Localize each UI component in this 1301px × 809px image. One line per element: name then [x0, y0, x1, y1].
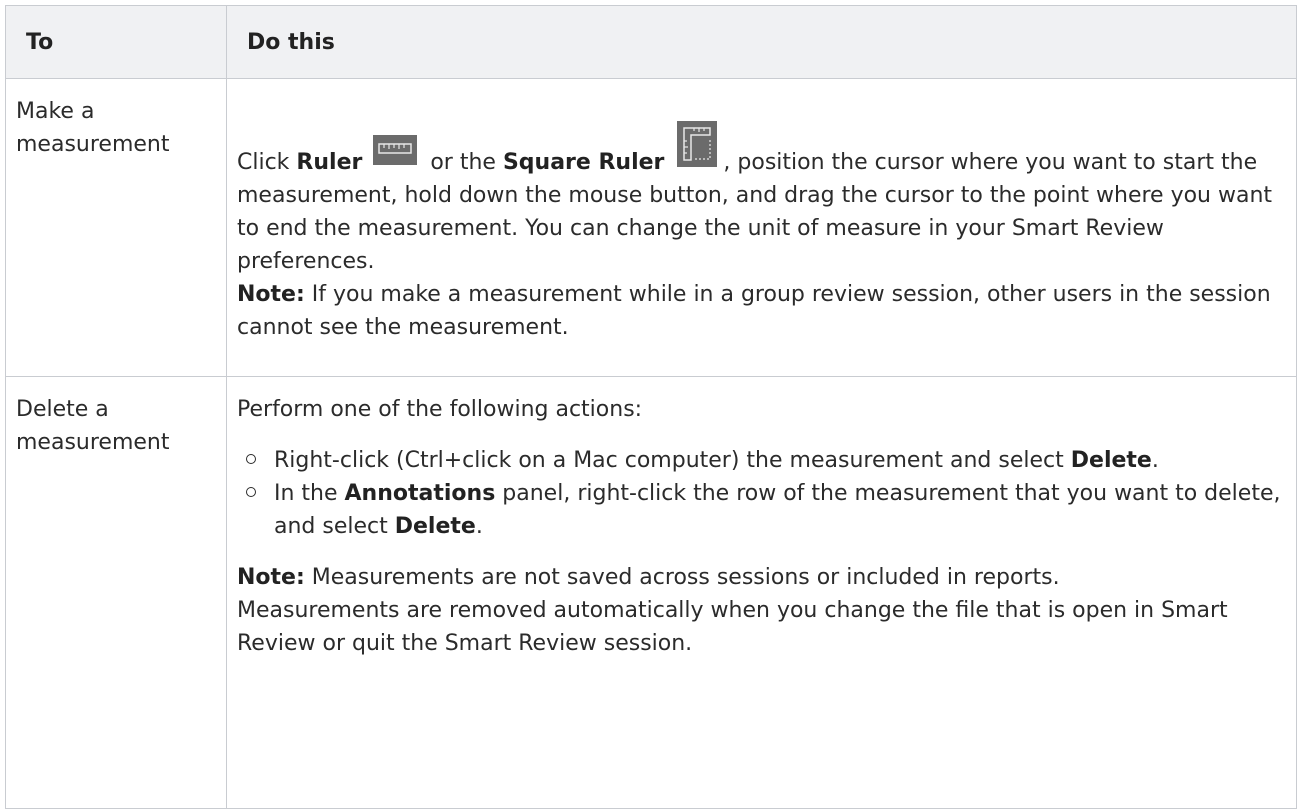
circle-bullet-icon	[246, 454, 256, 464]
task-cell-make-measurement: Make a measurement	[5, 78, 227, 377]
column-header-to: To	[5, 5, 227, 79]
final-text: Measurements are removed automatically w…	[237, 598, 1228, 656]
square-ruler-icon[interactable]	[677, 121, 718, 167]
or-the-text: or the	[430, 150, 496, 175]
table-header-row: To Do this	[5, 5, 1297, 79]
ruler-label: Ruler	[296, 150, 363, 175]
table-row: Delete a measurement Perform one of the …	[5, 376, 1297, 809]
delete-label: Delete	[394, 514, 476, 539]
table-row: Make a measurement Click Ruler or the Sq…	[5, 78, 1297, 377]
note-label: Note:	[237, 282, 305, 307]
bullet-pre: In the	[274, 481, 338, 506]
instruction-cell-delete-measurement: Perform one of the following actions: Ri…	[226, 376, 1297, 809]
click-text: Click	[237, 150, 290, 175]
circle-bullet-icon	[246, 487, 256, 497]
list-item: Right-click (Ctrl+click on a Mac compute…	[237, 444, 1286, 477]
note-text: If you make a measurement while in a gro…	[237, 282, 1271, 340]
instructions-table: To Do this Make a measurement Click Rule…	[5, 5, 1297, 809]
bullet-text: Right-click (Ctrl+click on a Mac compute…	[274, 448, 1064, 473]
ruler-icon[interactable]	[373, 135, 418, 165]
note-label: Note:	[237, 565, 305, 590]
delete-label: Delete	[1070, 448, 1152, 473]
note-paragraph: Note: Measurements are not saved across …	[237, 561, 1286, 594]
annotations-label: Annotations	[344, 481, 496, 506]
task-cell-delete-measurement: Delete a measurement	[5, 376, 227, 809]
action-list: Right-click (Ctrl+click on a Mac compute…	[237, 444, 1286, 543]
column-header-do-this: Do this	[226, 5, 1297, 79]
list-item: In the Annotations panel, right-click th…	[237, 477, 1286, 543]
instruction-cell-make-measurement: Click Ruler or the Square Ruler , positi…	[226, 78, 1297, 377]
note-paragraph: Note: If you make a measurement while in…	[237, 278, 1286, 344]
bullet-end: .	[1151, 448, 1159, 473]
bullet-end: .	[475, 514, 483, 539]
note-text: Measurements are not saved across sessio…	[311, 565, 1060, 590]
instruction-rest: , position the cursor where you want to …	[237, 150, 1273, 274]
intro-text: Perform one of the following actions:	[237, 397, 643, 422]
square-ruler-label: Square Ruler	[502, 150, 665, 175]
